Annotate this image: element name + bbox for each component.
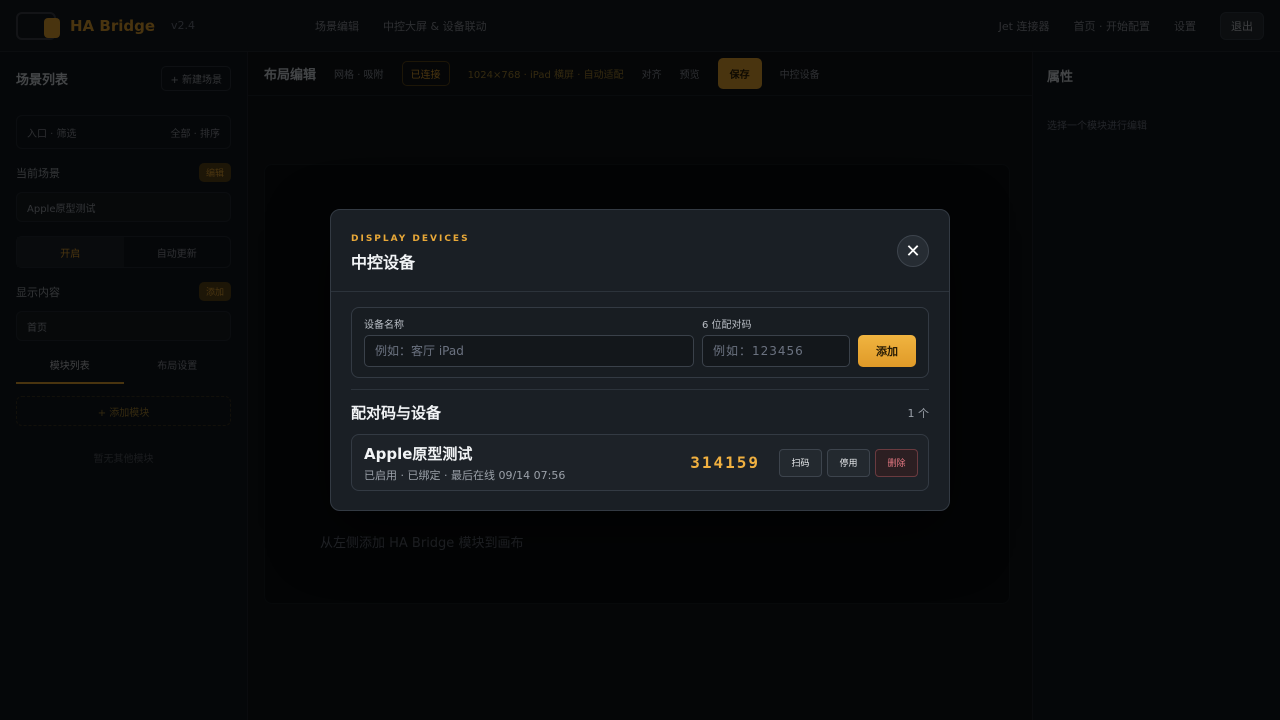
delete-button[interactable]: 删除 <box>875 448 918 477</box>
modal-eyebrow: DISPLAY DEVICES <box>351 234 470 244</box>
display-devices-modal: DISPLAY DEVICES 中控设备 ✕ 设备名称 6 位配对码 添加 配对… <box>330 209 950 511</box>
device-name-input[interactable] <box>364 335 694 367</box>
device-count: 1 个 <box>907 406 930 420</box>
disable-button[interactable]: 停用 <box>827 448 870 477</box>
add-device-button[interactable]: 添加 <box>858 335 916 367</box>
modal-header: DISPLAY DEVICES 中控设备 ✕ <box>331 210 949 292</box>
pair-code-field-group: 6 位配对码 <box>702 316 850 367</box>
pair-code-input[interactable] <box>702 335 850 367</box>
device-list-title: 配对码与设备 <box>351 404 442 422</box>
device-name: Apple原型测试 <box>364 444 473 463</box>
device-row: Apple原型测试 已启用 · 已绑定 · 最后在线 09/14 07:56 3… <box>351 434 929 491</box>
pair-code-label: 6 位配对码 <box>702 320 752 331</box>
device-pair-code: 314159 <box>690 453 760 472</box>
device-name-label: 设备名称 <box>364 320 404 331</box>
device-status: 已启用 · 已绑定 · 最后在线 09/14 07:56 <box>364 468 566 482</box>
modal-body: 设备名称 6 位配对码 添加 配对码与设备 1 个 Apple原型测试 已启用 … <box>331 292 949 491</box>
device-list-header: 配对码与设备 1 个 <box>351 402 929 423</box>
add-device-form: 设备名称 6 位配对码 添加 <box>351 307 929 378</box>
scan-button[interactable]: 扫码 <box>779 448 822 477</box>
device-info: Apple原型测试 已启用 · 已绑定 · 最后在线 09/14 07:56 <box>364 443 690 483</box>
section-divider <box>351 389 929 390</box>
modal-title: 中控设备 <box>351 253 416 272</box>
device-name-field-group: 设备名称 <box>364 316 694 367</box>
close-icon[interactable]: ✕ <box>897 235 929 267</box>
